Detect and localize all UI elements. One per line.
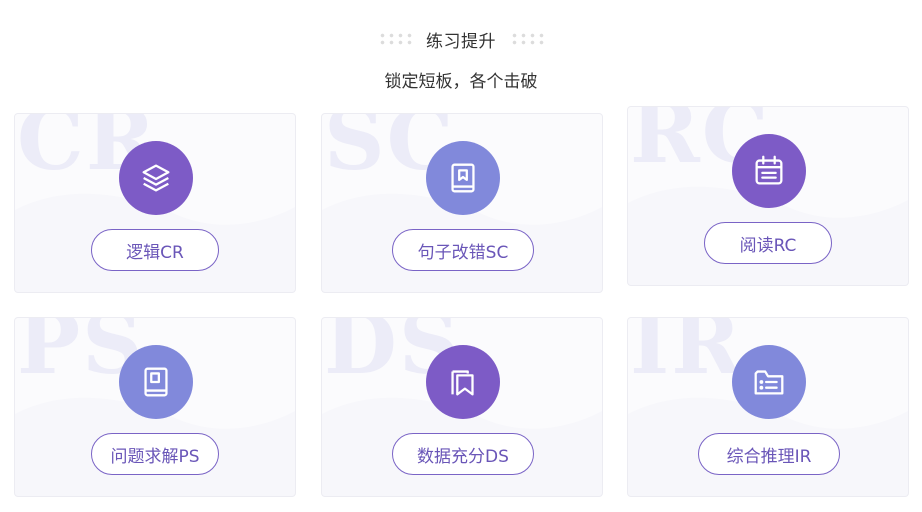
practice-card-sc[interactable]: SC 句子改错SC — [321, 113, 603, 293]
card-watermark-text: IR — [630, 317, 744, 393]
decorative-dots-right — [510, 32, 544, 46]
practice-button-rc[interactable]: 阅读RC — [704, 222, 832, 264]
bookmark-icon — [426, 345, 500, 419]
practice-card-ps[interactable]: PS 问题求解PS — [14, 317, 296, 497]
section-title: 练习提升 — [426, 31, 496, 52]
practice-button-ps[interactable]: 问题求解PS — [91, 433, 219, 475]
practice-card-rc[interactable]: RC 阅读RC — [627, 106, 909, 286]
calendar-icon — [732, 134, 806, 208]
title-row: 练习提升 — [0, 26, 922, 52]
practice-card-cr[interactable]: CR 逻辑CR — [14, 113, 296, 293]
practice-card-ir[interactable]: IR 综合推理IR — [627, 317, 909, 497]
book-icon — [119, 345, 193, 419]
practice-card-ds[interactable]: DS 数据充分DS — [321, 317, 603, 497]
decorative-dots-left — [378, 32, 412, 46]
practice-button-cr[interactable]: 逻辑CR — [91, 229, 219, 271]
section-subtitle: 锁定短板，各个击破 — [384, 72, 538, 92]
layers-icon — [119, 141, 193, 215]
bookmark-book-icon — [426, 141, 500, 215]
practice-button-ir[interactable]: 综合推理IR — [698, 433, 840, 475]
practice-button-sc[interactable]: 句子改错SC — [392, 229, 534, 271]
practice-button-ds[interactable]: 数据充分DS — [392, 433, 534, 475]
folder-list-icon — [732, 345, 806, 419]
